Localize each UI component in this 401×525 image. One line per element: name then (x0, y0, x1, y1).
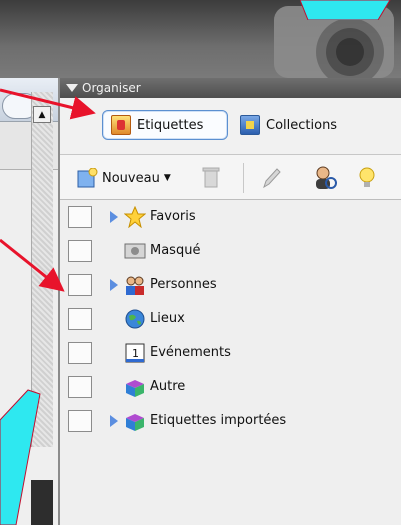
scroll-up-button[interactable]: ▲ (33, 106, 51, 123)
list-item[interactable]: Favoris (60, 200, 401, 234)
collection-icon (240, 115, 260, 135)
find-person-icon[interactable] (312, 165, 338, 191)
calendar-icon: 1 (125, 343, 145, 363)
checkbox[interactable] (68, 410, 92, 432)
lightbulb-icon[interactable] (356, 165, 378, 191)
tag-label: Autre (150, 379, 186, 394)
organiser-panel: Organiser Etiquettes Collections Nouveau… (58, 78, 401, 525)
list-item[interactable]: 1 Evénements (60, 336, 401, 370)
box-icon (126, 380, 144, 397)
new-button-label: Nouveau (102, 170, 160, 186)
trash-icon[interactable] (200, 165, 222, 191)
globe-icon (125, 309, 145, 329)
tab-collections[interactable]: Collections (232, 110, 362, 140)
organiser-header[interactable]: Organiser (60, 78, 401, 98)
tag-label: Favoris (150, 209, 196, 224)
organiser-title: Organiser (82, 81, 141, 95)
top-banner (0, 0, 401, 78)
checkbox[interactable] (68, 206, 92, 228)
collapse-triangle-icon (66, 84, 78, 92)
new-button[interactable]: Nouveau ▼ (76, 165, 171, 191)
highlight-shape (0, 389, 41, 525)
tag-icon (111, 115, 131, 135)
list-item[interactable]: Autre (60, 370, 401, 404)
list-item[interactable]: Masqué (60, 234, 401, 268)
box-icon (126, 414, 144, 431)
checkbox[interactable] (68, 308, 92, 330)
expand-triangle-icon[interactable] (110, 279, 118, 291)
tag-label: Evénements (150, 345, 231, 360)
list-item[interactable]: Lieux (60, 302, 401, 336)
expand-triangle-icon[interactable] (110, 415, 118, 427)
tag-label: Personnes (150, 277, 217, 292)
tab-etiquettes[interactable]: Etiquettes (102, 110, 228, 140)
checkbox[interactable] (68, 342, 92, 364)
highlight-shape (300, 0, 391, 20)
dropdown-arrow-icon[interactable]: ▼ (164, 173, 171, 183)
list-item[interactable]: Personnes (60, 268, 401, 302)
star-icon (124, 206, 146, 228)
toolbar-separator (243, 163, 244, 193)
tag-label: Masqué (150, 243, 201, 258)
organiser-tabs: Etiquettes Collections (60, 98, 401, 154)
pencil-icon[interactable] (260, 165, 282, 191)
list-item[interactable]: Etiquettes importées (60, 404, 401, 438)
tab-label: Collections (266, 117, 338, 133)
checkbox[interactable] (68, 274, 92, 296)
checkbox[interactable] (68, 376, 92, 398)
tab-label: Etiquettes (137, 117, 204, 133)
organiser-toolbar: Nouveau ▼ (60, 154, 401, 200)
checkbox[interactable] (68, 240, 92, 262)
people-icon (126, 276, 144, 295)
hidden-icon (124, 243, 146, 259)
svg-text:1: 1 (132, 347, 139, 360)
tag-list: Favoris Masqué Personnes Lieux 1 Evéneme… (60, 200, 401, 438)
tag-label: Etiquettes importées (150, 413, 287, 428)
tag-label: Lieux (150, 311, 185, 326)
new-tag-icon (77, 168, 98, 188)
arrow-up-icon: ▲ (38, 109, 46, 120)
expand-triangle-icon[interactable] (110, 211, 118, 223)
